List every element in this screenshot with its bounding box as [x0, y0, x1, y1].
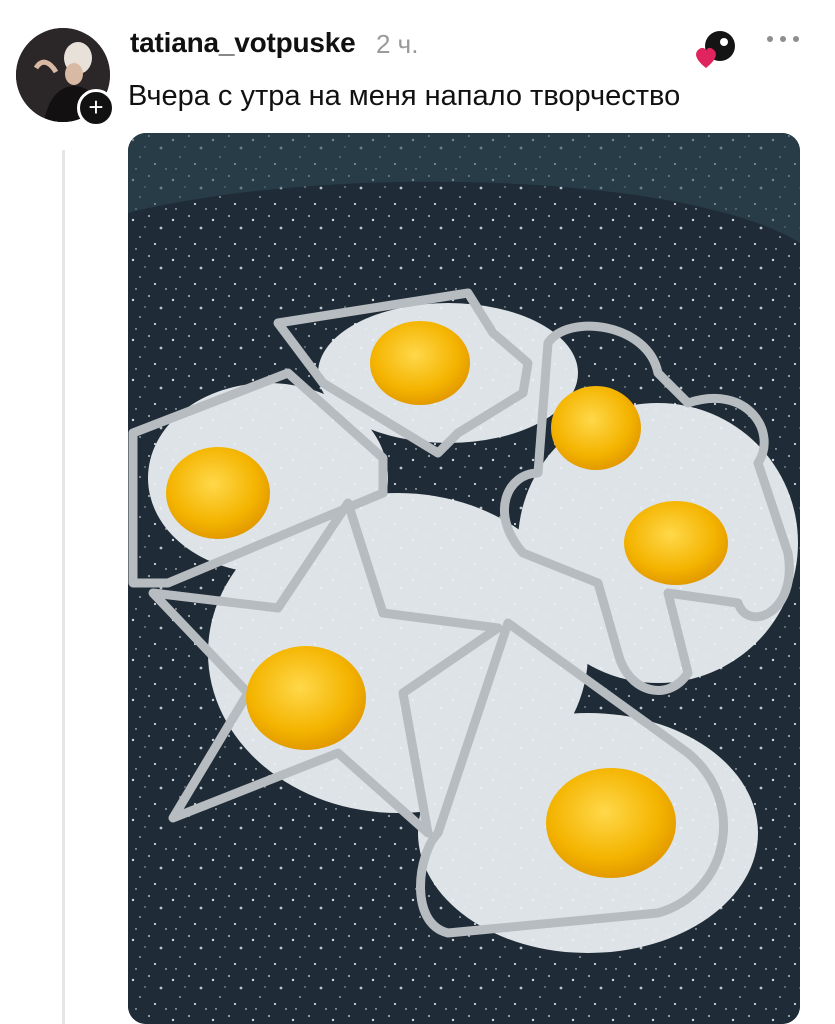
heart-icon[interactable] — [694, 30, 738, 70]
post-caption: Вчера с утра на меня напало творчество — [128, 80, 681, 112]
username[interactable]: tatiana_votpuske — [130, 27, 356, 59]
thread-line — [62, 150, 65, 1024]
post-time: 2 ч. — [376, 29, 419, 59]
eggs-in-pan-image — [128, 133, 800, 1024]
post-photo[interactable] — [128, 133, 800, 1024]
more-dots-icon[interactable] — [765, 32, 801, 46]
plus-icon: + — [88, 92, 104, 122]
follow-button[interactable]: + — [77, 89, 115, 127]
thread-post: + tatiana_votpuske 2 ч. Вчера с утра на … — [0, 0, 835, 1024]
